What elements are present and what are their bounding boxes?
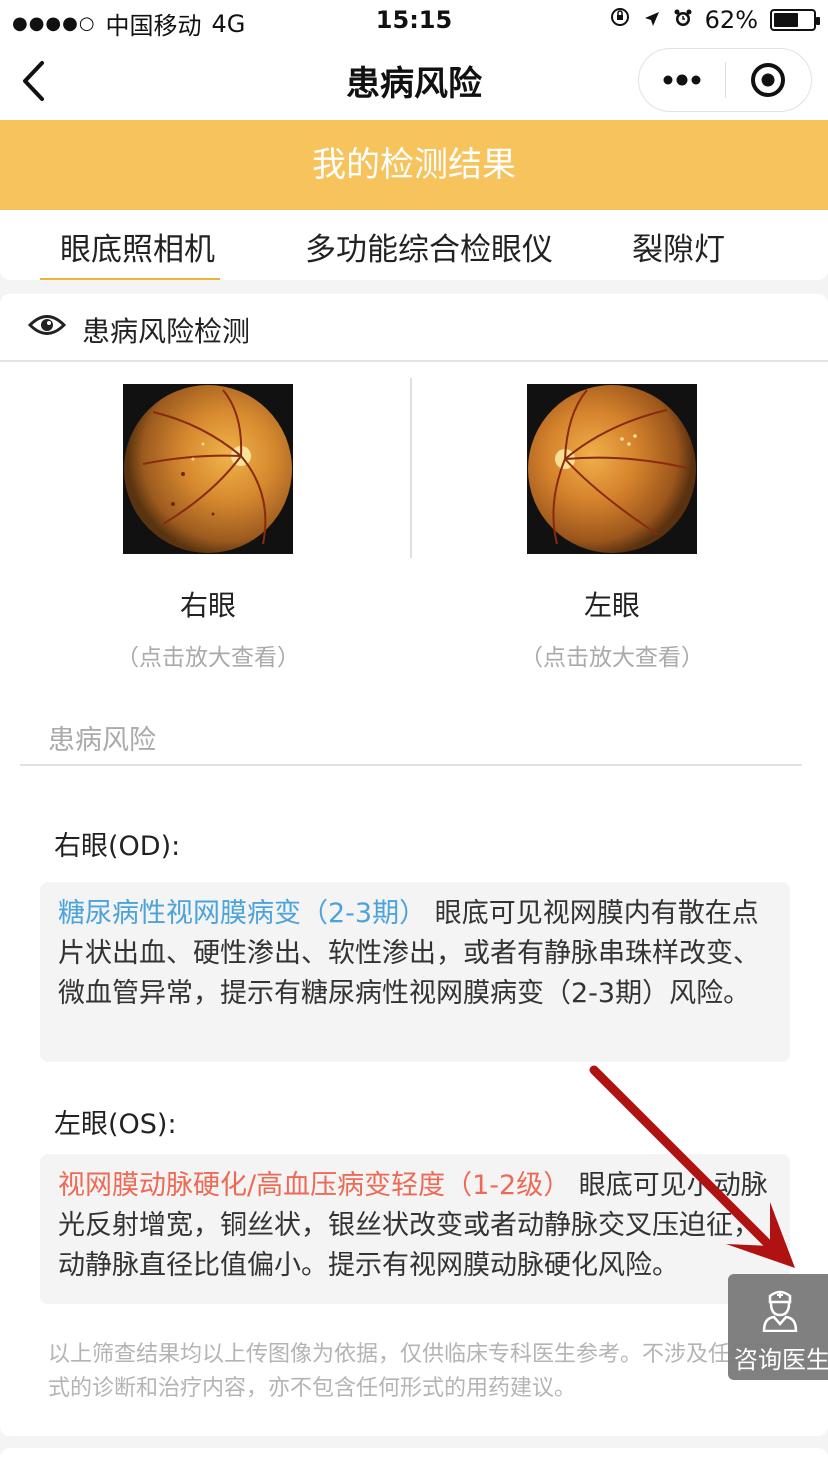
od-diagnosis-highlight: 糖尿病性视网膜病变（2-3期） <box>58 898 427 929</box>
card-title: 患病风险检测 <box>82 315 251 348</box>
doctor-icon <box>760 1288 800 1336</box>
right-eye-hint: （点击放大查看） <box>116 645 300 671</box>
left-eye-hint: （点击放大查看） <box>520 645 704 671</box>
risk-detection-card: 患病风险检测 右眼 （点击放大查看） 左眼 （点击放大查看） 患病风险 右眼(O… <box>0 294 828 1436</box>
os-result-box: 视网膜动脉硬化/高血压病变轻度（1-2级） 眼底可见小动脉光反射增宽，铜丝状，银… <box>40 1154 790 1304</box>
status-bar: ●●●●○ 中国移动 4G 15:15 62% <box>0 0 828 40</box>
card-header: 患病风险检测 <box>0 294 828 362</box>
eye-icon <box>27 312 67 342</box>
nav-bar: 患病风险 <box>0 40 828 120</box>
more-button[interactable] <box>639 49 725 111</box>
active-tab-indicator <box>40 278 220 280</box>
consult-doctor-label: 咨询医生 <box>734 1346 828 1374</box>
battery-percent: 62% <box>704 6 758 34</box>
location-icon <box>643 6 661 34</box>
left-eye-panel[interactable]: 左眼 （点击放大查看） <box>412 384 812 672</box>
tab-multifunction-ophthalmoscope[interactable]: 多功能综合检眼仪 <box>305 224 553 269</box>
battery-icon <box>770 9 820 31</box>
ellipsis-icon <box>663 74 701 86</box>
os-diagnosis-highlight: 视网膜动脉硬化/高血压病变轻度（1-2级） <box>58 1170 571 1201</box>
risk-section-label: 患病风险 <box>48 725 156 756</box>
left-eye-label: 左眼 <box>583 589 640 622</box>
od-label: 右眼(OD): <box>54 831 181 862</box>
consult-doctor-button[interactable]: 咨询医生 <box>728 1274 828 1380</box>
next-card-edge <box>0 1448 828 1472</box>
mini-program-capsule <box>638 48 812 112</box>
target-icon <box>751 63 786 97</box>
os-label: 左眼(OS): <box>54 1109 177 1140</box>
disclaimer-text: 以上筛查结果均以上传图像为依据，仅供临床专科医生参考。不涉及任何形式的诊断和治疗… <box>48 1342 775 1401</box>
right-eye-panel[interactable]: 右眼 （点击放大查看） <box>8 384 408 672</box>
right-eye-fundus-image[interactable] <box>123 384 293 554</box>
orientation-lock-icon <box>609 6 631 34</box>
device-tabs: 眼底照相机 多功能综合检眼仪 裂隙灯 <box>0 210 828 280</box>
close-mini-program-button[interactable] <box>726 49 812 111</box>
right-eye-label: 右眼 <box>179 589 236 622</box>
results-banner: 我的检测结果 <box>0 120 828 210</box>
section-divider <box>20 764 802 766</box>
tab-slit-lamp[interactable]: 裂隙灯 <box>632 224 725 269</box>
od-result-box: 糖尿病性视网膜病变（2-3期） 眼底可见视网膜内有散在点片状出血、硬性渗出、软性… <box>40 882 790 1062</box>
status-right: 62% <box>609 6 820 34</box>
alarm-icon <box>673 6 693 34</box>
left-eye-fundus-image[interactable] <box>527 384 697 554</box>
tab-fundus-camera[interactable]: 眼底照相机 <box>60 224 215 269</box>
